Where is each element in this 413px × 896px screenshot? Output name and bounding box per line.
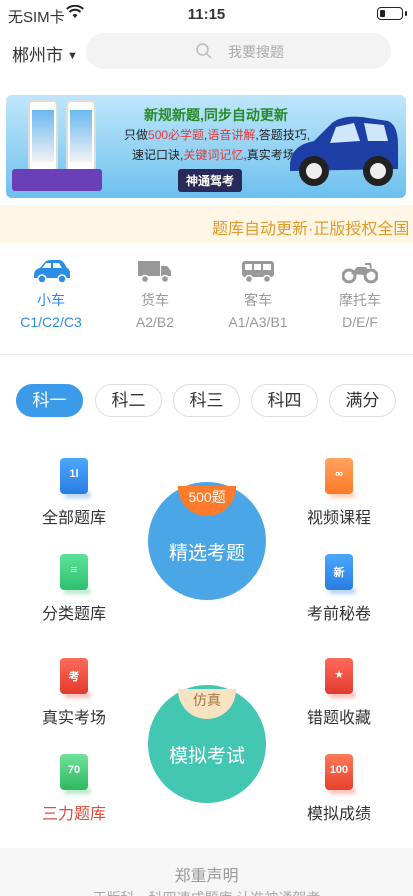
vehicle-name: 小车 xyxy=(37,292,65,308)
featured-title: 精选考题 xyxy=(168,543,245,564)
search-bar[interactable]: 我要搜题 xyxy=(86,33,391,69)
new-book-icon: 新 xyxy=(325,554,356,594)
banner-line2: 只做500必学题,语音讲解,答题技巧, xyxy=(124,128,311,142)
vehicle-code: A2/B2 xyxy=(135,314,175,330)
search-icon xyxy=(196,43,212,59)
menu-label: 分类题库 xyxy=(41,606,106,623)
mock-title: 模拟考试 xyxy=(168,746,245,767)
status-bar: 无SIM卡 11:15 xyxy=(0,0,413,28)
video-book-icon: ∞ xyxy=(325,458,356,498)
list-icon: ≡ xyxy=(60,554,91,594)
notice-marquee[interactable]: 题库自动更新·正版授权全国 xyxy=(0,205,413,243)
truck-icon xyxy=(138,261,171,284)
menu-category-questions[interactable]: ≡ 分类题库 xyxy=(24,554,124,624)
search-placeholder: 我要搜题 xyxy=(228,44,284,60)
car-illustration xyxy=(290,116,398,186)
score-70-icon: 70 xyxy=(60,754,91,794)
top-bar: 郴州市 ▼ 我要搜题 xyxy=(0,33,413,71)
tab-full-score[interactable]: 满分 xyxy=(329,384,396,417)
bus-icon xyxy=(242,261,274,284)
menu-label: 全部题库 xyxy=(41,510,106,527)
vehicle-tab-bus[interactable]: 客车 A1/A3/B1 xyxy=(218,258,298,330)
motorcycle-icon xyxy=(342,263,378,284)
menu-label: 三力题库 xyxy=(41,806,106,823)
vehicle-tab-truck[interactable]: 货车 A2/B2 xyxy=(115,258,195,330)
phone-stand xyxy=(12,169,102,191)
marquee-text: 题库自动更新·正版授权全国 xyxy=(212,221,410,238)
battery-icon xyxy=(377,7,407,20)
vehicle-name: 摩托车 xyxy=(339,292,381,308)
car-icon xyxy=(34,260,70,284)
menu-three-ability[interactable]: 70 三力题库 xyxy=(24,754,124,824)
menu-all-questions[interactable]: 1l 全部题库 xyxy=(24,458,124,528)
vehicle-name: 货车 xyxy=(141,292,169,308)
disclaimer-footer: 郑重声明 正版科一科四速成题库,认准神通驾考 xyxy=(0,848,413,896)
phone-image xyxy=(28,100,58,172)
book-icon: 1l xyxy=(60,458,91,498)
city-label: 郴州市 xyxy=(12,46,63,65)
banner-headline: 新规新题,同步自动更新 xyxy=(144,107,288,123)
divider xyxy=(0,354,413,355)
menu-real-exam[interactable]: 考 真实考场 xyxy=(24,658,124,728)
disclaimer-text: 正版科一科四速成题库,认准神通驾考 xyxy=(0,888,413,896)
menu-wrong-favorites[interactable]: ★ 错题收藏 xyxy=(289,658,389,728)
vehicle-code: C1/C2/C3 xyxy=(20,314,82,330)
disclaimer-title: 郑重声明 xyxy=(174,868,239,885)
exam-paper-icon: 考 xyxy=(60,658,91,698)
clock: 11:15 xyxy=(187,6,226,23)
menu-label: 错题收藏 xyxy=(306,710,371,727)
tab-subject-3[interactable]: 科三 xyxy=(173,384,240,417)
vehicle-name: 客车 xyxy=(244,292,272,308)
menu-secret-paper[interactable]: 新 考前秘卷 xyxy=(289,554,389,624)
menu-label: 真实考场 xyxy=(41,710,106,727)
menu-video-course[interactable]: ∞ 视频课程 xyxy=(289,458,389,528)
vehicle-code: A1/A3/B1 xyxy=(228,314,288,330)
menu-label: 视频课程 xyxy=(306,510,371,527)
featured-badge: 500题 xyxy=(178,486,236,516)
menu-mock-score[interactable]: 100 模拟成绩 xyxy=(289,754,389,824)
star-book-icon: ★ xyxy=(325,658,356,698)
mock-exam-button[interactable]: 仿真 模拟考试 xyxy=(139,676,275,812)
tab-subject-2[interactable]: 科二 xyxy=(95,384,162,417)
score-100-icon: 100 xyxy=(325,754,356,794)
city-selector[interactable]: 郴州市 ▼ xyxy=(12,41,78,66)
tab-subject-1[interactable]: 科一 xyxy=(16,384,83,417)
menu-label: 考前秘卷 xyxy=(306,606,371,623)
tab-subject-4[interactable]: 科四 xyxy=(251,384,318,417)
banner-line3: 速记口诀,关键词记忆,真实考场, xyxy=(132,148,299,162)
mock-badge: 仿真 xyxy=(178,689,236,719)
phone-image xyxy=(66,100,96,172)
vehicle-tab-car[interactable]: 小车 C1/C2/C3 xyxy=(11,258,91,330)
banner-brand: 神通驾考 xyxy=(178,169,243,192)
featured-questions-button[interactable]: 500题 精选考题 xyxy=(139,473,275,609)
vehicle-code: D/E/F xyxy=(342,314,378,330)
menu-label: 模拟成绩 xyxy=(306,806,371,823)
caret-down-icon: ▼ xyxy=(67,50,78,62)
vehicle-tab-motorcycle[interactable]: 摩托车 D/E/F xyxy=(320,258,400,330)
vehicle-type-selector: 小车 C1/C2/C3 货车 A2/B2 客车 A1/A3/B1 摩托车 D/E xyxy=(0,258,413,344)
promo-banner[interactable]: 新规新题,同步自动更新 只做500必学题,语音讲解,答题技巧, 速记口诀,关键词… xyxy=(6,95,406,198)
subject-tabs: 科一 科二 科三 科四 满分 xyxy=(0,384,413,418)
